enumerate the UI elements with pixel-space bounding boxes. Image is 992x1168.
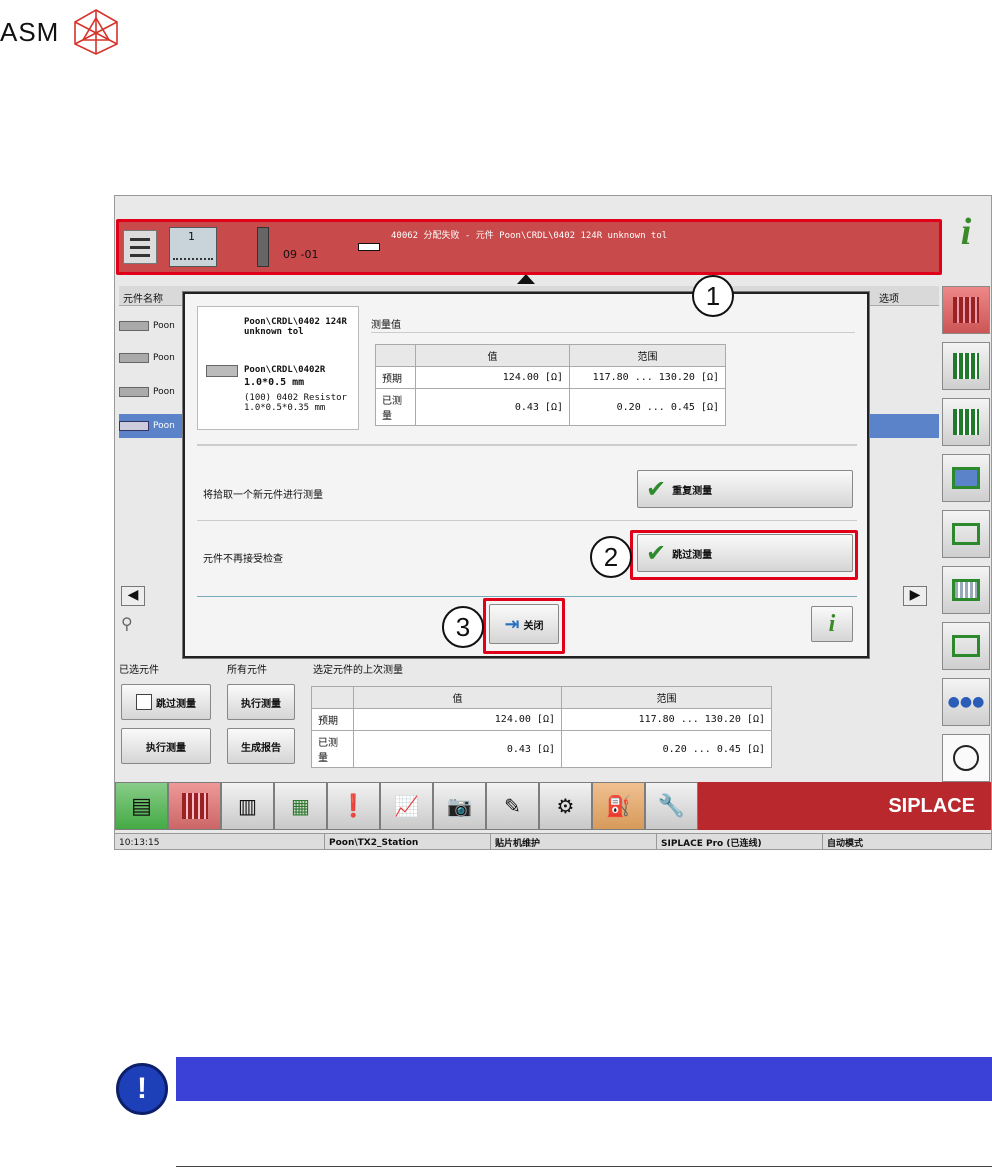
execute-measure-button[interactable]: 执行测量: [227, 684, 295, 720]
status-maintenance: 贴片机维护: [491, 834, 657, 849]
component-button[interactable]: [942, 510, 990, 558]
last-measure-table: 值范围 预期 124.00 [Ω] 117.80 ... 130.20 [Ω] 已测…: [311, 686, 772, 768]
repeat-measure-button[interactable]: ✔ 重复测量: [637, 470, 853, 508]
bar-chart-icon: ▥: [238, 794, 257, 818]
alert-list-button[interactable]: ❗: [327, 782, 380, 830]
component-name: Poon\CRDL\0402 124R unknown tol: [244, 317, 347, 337]
feeder-table-button[interactable]: [942, 342, 990, 390]
component-part: Poon\CRDL\0402R: [244, 365, 326, 375]
oil-can-icon: ⛽: [606, 794, 631, 818]
camera-icon: 📷: [447, 794, 472, 818]
status-mode: 自动模式: [827, 839, 864, 849]
table-row[interactable]: Poon: [119, 380, 189, 404]
skip-measure-toggle[interactable]: 跳过测量: [121, 684, 211, 720]
execute-measure-all-button[interactable]: 执行测量: [121, 728, 211, 764]
skip-button-highlight: [630, 530, 858, 580]
generate-report-button[interactable]: 生成报告: [227, 728, 295, 764]
wrench-icon: 🔧: [657, 793, 686, 819]
status-time: 10:13:15: [115, 834, 325, 849]
camera-button[interactable]: 📷: [433, 782, 486, 830]
oil-can-button[interactable]: ⛽: [592, 782, 645, 830]
feeder-view-button[interactable]: [168, 782, 221, 830]
board-icon: ▦: [291, 794, 310, 818]
last-measure-title: 选定元件的上次测量: [313, 665, 403, 676]
tab-all[interactable]: 所有元件: [227, 661, 267, 676]
siplace-screen: 1 09 -01 40062 分配失败 - 元件 Poon\CRDL\0402 …: [114, 195, 992, 850]
bar-chart-button[interactable]: ▥: [221, 782, 274, 830]
info-icon[interactable]: i: [942, 208, 990, 256]
feeder-table-red-button[interactable]: [942, 286, 990, 334]
status-station: Poon\TX2_Station: [325, 834, 491, 849]
checkbox-icon: [136, 694, 152, 710]
close-button-highlight: [483, 598, 565, 654]
asm-logo: ASM: [0, 8, 121, 56]
dialog-measure-table: 值范围 预期 124.00 [Ω] 117.80 ... 130.20 [Ω] 已测…: [375, 344, 726, 426]
new-component-text: 将拾取一个新元件进行测量: [203, 490, 323, 501]
scroll-right-icon[interactable]: ▶: [903, 586, 927, 606]
right-sidebar: i ●●●: [939, 208, 991, 782]
callout-3: 3: [442, 606, 484, 648]
trend-icon: 📈: [394, 794, 419, 818]
callout-1: 1: [692, 275, 734, 317]
alert-list-icon: ❗: [339, 793, 368, 819]
nozzle-icon: ✎: [504, 794, 521, 818]
wrench-button[interactable]: 🔧: [645, 782, 698, 830]
trend-chart-button[interactable]: 📈: [380, 782, 433, 830]
logo-text: ASM: [0, 16, 60, 47]
reject-text: 元件不再接受检查: [203, 554, 283, 565]
note-bar: [176, 1057, 992, 1101]
hand-gear-icon: ⚙: [556, 794, 575, 818]
alert-bar-highlight: [116, 219, 942, 275]
taskbar: ▤ ▥ ▦ ❗ 📈 📷 ✎ ⚙ ⛽ 🔧 SIPLACE: [115, 776, 991, 830]
exclamation-icon: !: [116, 1063, 168, 1115]
component-outline-button[interactable]: [942, 622, 990, 670]
status-pro: SIPLACE Pro (已连线): [657, 834, 823, 849]
money-icon: ▤: [131, 793, 152, 819]
component-size: 1.0*0.5 mm: [244, 377, 305, 388]
siplace-brand: SIPLACE: [698, 782, 991, 830]
hand-gear-button[interactable]: ⚙: [539, 782, 592, 830]
feeder-icon: [181, 793, 208, 819]
checkmark-icon: ✔: [646, 475, 667, 503]
measure-title: 测量值: [371, 320, 401, 331]
feeder-grid-button[interactable]: [942, 398, 990, 446]
search-icon[interactable]: ⚲: [121, 614, 143, 636]
component-card: Poon\CRDL\0402 124R unknown tol Poon\CRD…: [197, 306, 359, 430]
asm-logo-icon: [74, 9, 119, 55]
component-desc: (100) 0402 Resistor 1.0*0.5*0.35 mm: [244, 393, 347, 413]
note-divider: [176, 1166, 992, 1167]
component-grid-button[interactable]: [942, 566, 990, 614]
money-stack-button[interactable]: ▤: [115, 782, 168, 830]
nozzle-button[interactable]: ✎: [486, 782, 539, 830]
component-icon: [206, 365, 238, 377]
table-row[interactable]: Poon: [119, 346, 189, 370]
scroll-left-icon[interactable]: ◀: [121, 586, 145, 606]
board-button[interactable]: ▦: [274, 782, 327, 830]
measure-gauge-button[interactable]: [942, 734, 990, 782]
status-bar: 10:13:15 Poon\TX2_Station 贴片机维护 SIPLACE …: [115, 833, 991, 849]
callout-2: 2: [590, 536, 632, 578]
dialog-info-icon[interactable]: i: [811, 606, 853, 642]
alert-pointer: [517, 274, 535, 284]
component-blue-button[interactable]: [942, 454, 990, 502]
table-row[interactable]: Poon: [119, 314, 189, 338]
tab-selected[interactable]: 已选元件: [119, 661, 159, 676]
dots-button[interactable]: ●●●: [942, 678, 990, 726]
